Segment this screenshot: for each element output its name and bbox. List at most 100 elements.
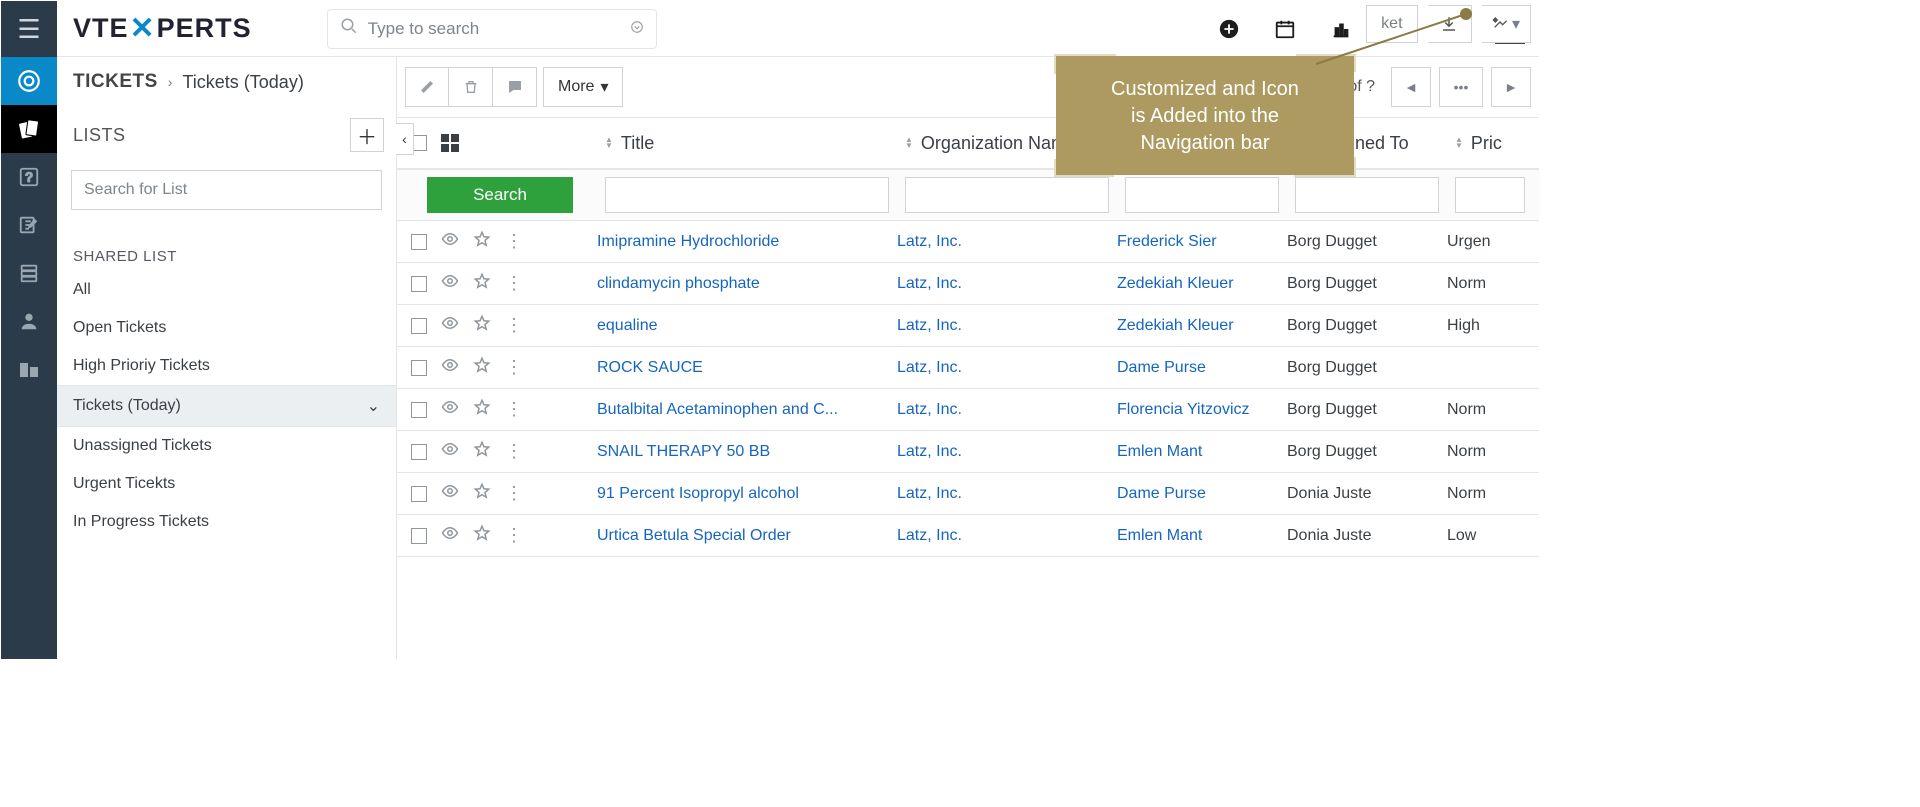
star-icon[interactable]	[473, 482, 491, 505]
cell-contact[interactable]: Dame Purse	[1117, 359, 1287, 377]
cell-org[interactable]: Latz, Inc.	[897, 527, 1117, 545]
edit-button[interactable]	[405, 67, 449, 107]
cell-title[interactable]: equaline	[597, 317, 897, 335]
filter-title-input[interactable]	[605, 177, 889, 213]
cell-title[interactable]: Imipramine Hydrochloride	[597, 233, 897, 251]
table-row: ⋮ Butalbital Acetaminophen and C...Latz, …	[397, 389, 1539, 431]
star-icon[interactable]	[473, 524, 491, 547]
cell-contact[interactable]: Frederick Sier	[1117, 233, 1287, 251]
row-menu-icon[interactable]: ⋮	[505, 357, 523, 378]
filter-assigned-input[interactable]	[1295, 177, 1439, 213]
preview-icon[interactable]	[441, 314, 459, 337]
cell-assigned: Borg Dugget	[1287, 359, 1447, 377]
preview-icon[interactable]	[441, 440, 459, 463]
col-priority[interactable]: ▲▼Pric	[1447, 133, 1537, 154]
row-menu-icon[interactable]: ⋮	[505, 483, 523, 504]
comment-button[interactable]	[493, 67, 537, 107]
row-checkbox[interactable]	[411, 276, 427, 292]
cell-contact[interactable]: Florencia Yitzovicz	[1117, 401, 1287, 419]
list-search-input[interactable]	[84, 181, 369, 199]
star-icon[interactable]	[473, 398, 491, 421]
row-checkbox[interactable]	[411, 318, 427, 334]
cell-contact[interactable]: Zedekiah Kleuer	[1117, 275, 1287, 293]
more-button[interactable]: More▾	[543, 67, 623, 107]
preview-icon[interactable]	[441, 482, 459, 505]
cards-icon[interactable]	[1, 105, 57, 153]
cell-org[interactable]: Latz, Inc.	[897, 359, 1117, 377]
list-item[interactable]: Open Tickets	[57, 309, 396, 347]
cell-title[interactable]: 91 Percent Isopropyl alcohol	[597, 485, 897, 503]
row-menu-icon[interactable]: ⋮	[505, 441, 523, 462]
row-checkbox[interactable]	[411, 402, 427, 418]
global-search[interactable]	[327, 9, 657, 49]
row-checkbox[interactable]	[411, 528, 427, 544]
row-checkbox[interactable]	[411, 486, 427, 502]
cell-title[interactable]: SNAIL THERAPY 50 BB	[597, 443, 897, 461]
lifesaver-icon[interactable]	[1, 57, 57, 105]
compose-icon[interactable]	[1, 201, 57, 249]
row-menu-icon[interactable]: ⋮	[505, 231, 523, 252]
calendar-icon[interactable]	[1271, 15, 1299, 43]
preview-icon[interactable]	[441, 356, 459, 379]
search-button[interactable]: Search	[427, 177, 573, 213]
cell-org[interactable]: Latz, Inc.	[897, 443, 1117, 461]
breadcrumb-module[interactable]: TICKETS	[73, 71, 158, 93]
preview-icon[interactable]	[441, 272, 459, 295]
pager-jump[interactable]: •••	[1439, 67, 1483, 107]
add-list-button[interactable]: ＋	[350, 118, 384, 152]
cell-title[interactable]: clindamycin phosphate	[597, 275, 897, 293]
col-title[interactable]: ▲▼Title	[597, 133, 897, 154]
cell-org[interactable]: Latz, Inc.	[897, 485, 1117, 503]
filter-org-input[interactable]	[905, 177, 1109, 213]
preview-icon[interactable]	[441, 524, 459, 547]
star-icon[interactable]	[473, 314, 491, 337]
list-item-active[interactable]: Tickets (Today) ⌄	[57, 385, 396, 427]
grid-view-icon[interactable]	[441, 134, 459, 152]
list-item[interactable]: Unassigned Tickets	[57, 427, 396, 465]
global-search-input[interactable]	[368, 19, 630, 39]
preview-icon[interactable]	[441, 230, 459, 253]
chevron-down-icon[interactable]: ⌄	[367, 396, 380, 416]
row-checkbox[interactable]	[411, 360, 427, 376]
cell-title[interactable]: ROCK SAUCE	[597, 359, 897, 377]
add-icon[interactable]	[1215, 15, 1243, 43]
chevron-down-icon[interactable]	[630, 20, 644, 37]
list-search[interactable]	[71, 170, 382, 210]
row-menu-icon[interactable]: ⋮	[505, 273, 523, 294]
row-menu-icon[interactable]: ⋮	[505, 525, 523, 546]
row-menu-icon[interactable]: ⋮	[505, 399, 523, 420]
star-icon[interactable]	[473, 230, 491, 253]
cell-title[interactable]: Urtica Betula Special Order	[597, 527, 897, 545]
cell-contact[interactable]: Emlen Mant	[1117, 443, 1287, 461]
cell-contact[interactable]: Emlen Mant	[1117, 527, 1287, 545]
row-checkbox[interactable]	[411, 234, 427, 250]
list-item[interactable]: High Prioriy Tickets	[57, 347, 396, 385]
cell-title[interactable]: Butalbital Acetaminophen and C...	[597, 401, 897, 419]
cell-contact[interactable]: Dame Purse	[1117, 485, 1287, 503]
star-icon[interactable]	[473, 440, 491, 463]
cell-contact[interactable]: Zedekiah Kleuer	[1117, 317, 1287, 335]
star-icon[interactable]	[473, 272, 491, 295]
collapse-handle[interactable]: ‹	[396, 123, 414, 155]
cell-org[interactable]: Latz, Inc.	[897, 401, 1117, 419]
star-icon[interactable]	[473, 356, 491, 379]
row-checkbox[interactable]	[411, 444, 427, 460]
cell-org[interactable]: Latz, Inc.	[897, 233, 1117, 251]
list-item[interactable]: Urgent Ticekts	[57, 465, 396, 503]
pager-prev[interactable]: ◄	[1391, 67, 1431, 107]
hamburger-icon[interactable]: ☰	[1, 1, 57, 57]
filter-contact-input[interactable]	[1125, 177, 1279, 213]
buildings-icon[interactable]	[1, 345, 57, 393]
list-item[interactable]: In Progress Tickets	[57, 503, 396, 541]
row-menu-icon[interactable]: ⋮	[505, 315, 523, 336]
preview-icon[interactable]	[441, 398, 459, 421]
pager-next[interactable]: ►	[1491, 67, 1531, 107]
servers-icon[interactable]	[1, 249, 57, 297]
cell-org[interactable]: Latz, Inc.	[897, 275, 1117, 293]
list-item[interactable]: All	[57, 271, 396, 309]
delete-button[interactable]	[449, 67, 493, 107]
filter-priority-input[interactable]	[1455, 177, 1525, 213]
cell-org[interactable]: Latz, Inc.	[897, 317, 1117, 335]
user-icon[interactable]	[1, 297, 57, 345]
help-icon[interactable]: ?	[1, 153, 57, 201]
